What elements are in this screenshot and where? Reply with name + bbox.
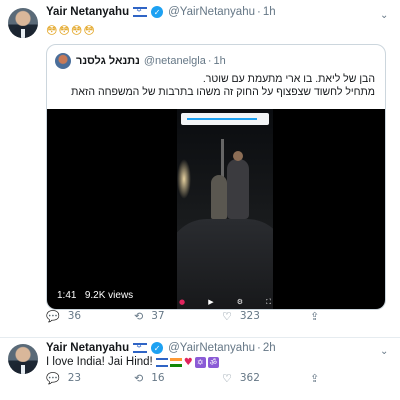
video-views: 9.2K views: [84, 290, 134, 301]
reply-count: 36: [67, 310, 82, 322]
tweet-text-row: I love India! Jai Hind! ♥ ✡ ॐ: [46, 356, 219, 368]
heart-icon: ♡: [222, 371, 232, 385]
quoted-author-handle: @netanelgla: [143, 55, 206, 67]
quoted-tweet[interactable]: נתנאל גלסנר @netanelgla · 1h הבן של ליאת…: [46, 44, 386, 310]
tweet-text: 😳😳😳😳: [46, 24, 96, 37]
quoted-text-line: מתחיל לחשוד שצפצוף על החוק זה משהו בתרבו…: [71, 86, 375, 98]
like-count: 323: [239, 310, 260, 322]
avatar: [55, 53, 71, 69]
reply-icon: 💬: [46, 371, 60, 385]
video-frame: ● ▶ ⚙ ⛶: [177, 109, 273, 309]
author-handle[interactable]: @YairNetanyahu: [168, 6, 255, 18]
video-duration: 1:41: [57, 290, 77, 301]
tweet-header: Yair Netanyahu ✓ @YairNetanyahu · 2h: [46, 342, 276, 354]
video-player[interactable]: ● ▶ ⚙ ⛶ 1:41 9.2K views: [47, 109, 385, 309]
india-flag-icon: [169, 357, 182, 367]
video-meta: 1:41 9.2K views: [57, 290, 133, 301]
author-name[interactable]: Yair Netanyahu: [46, 6, 129, 18]
tweet[interactable]: Yair Netanyahu ✓ @YairNetanyahu · 2h ⌄ I…: [0, 338, 400, 400]
timestamp[interactable]: 2h: [263, 342, 276, 354]
israel-flag-icon: [155, 357, 168, 367]
tweet-text: I love India! Jai Hind!: [46, 356, 153, 368]
author-name[interactable]: Yair Netanyahu: [46, 342, 129, 354]
israel-flag-icon: [133, 342, 148, 353]
reply-count: 23: [67, 372, 82, 384]
avatar[interactable]: [8, 8, 38, 38]
quoted-tweet-text: הבן של ליאת. בו ארי מתעמת עם שוטר. מתחיל…: [55, 73, 375, 99]
retweet-icon: ⟲: [134, 371, 144, 385]
tweet[interactable]: Yair Netanyahu ✓ @YairNetanyahu · 1h ⌄ 😳…: [0, 0, 400, 338]
heart-icon: ♡: [222, 309, 232, 323]
separator: ·: [207, 55, 212, 67]
author-handle[interactable]: @YairNetanyahu: [168, 342, 255, 354]
reply-button[interactable]: 💬 36: [46, 310, 81, 323]
retweet-button[interactable]: ⟲ 16: [134, 372, 165, 385]
quoted-author-name: נתנאל גלסנר: [76, 55, 140, 67]
timestamp[interactable]: 1h: [263, 6, 276, 18]
separator: ·: [257, 342, 261, 354]
share-button[interactable]: ⇪: [310, 372, 327, 385]
verified-badge-icon: ✓: [151, 6, 164, 18]
retweet-count: 16: [151, 372, 165, 384]
retweet-button[interactable]: ⟲ 37: [134, 310, 165, 323]
share-icon: ⇪: [310, 309, 320, 323]
avatar[interactable]: [8, 344, 38, 374]
om-icon: ॐ: [207, 356, 219, 368]
reply-button[interactable]: 💬 23: [46, 372, 81, 385]
like-button[interactable]: ♡ 362: [222, 372, 260, 385]
share-icon: ⇪: [310, 371, 320, 385]
video-progress-bar: [181, 113, 269, 125]
share-button[interactable]: ⇪: [310, 310, 327, 323]
like-count: 362: [239, 372, 260, 384]
chevron-down-icon[interactable]: ⌄: [380, 10, 390, 21]
retweet-icon: ⟲: [134, 309, 144, 323]
quoted-timestamp: 1h: [213, 55, 226, 67]
tweet-header: Yair Netanyahu ✓ @YairNetanyahu · 1h: [46, 6, 276, 18]
israel-flag-icon: [133, 6, 148, 17]
star-of-david-icon: ✡: [194, 356, 206, 368]
chevron-down-icon[interactable]: ⌄: [380, 346, 390, 357]
verified-badge-icon: ✓: [151, 342, 164, 354]
reply-icon: 💬: [46, 309, 60, 323]
heart-icon: ♥: [183, 356, 193, 368]
quoted-text-line: הבן של ליאת. בו ארי מתעמת עם שוטר.: [202, 73, 375, 85]
like-button[interactable]: ♡ 323: [222, 310, 260, 323]
separator: ·: [257, 6, 261, 18]
quoted-tweet-header: נתנאל גלסנר @netanelgla · 1h: [55, 53, 226, 69]
video-overlay-controls: ● ▶ ⚙ ⛶: [179, 297, 271, 307]
emoji-group: ♥ ✡ ॐ: [155, 356, 219, 368]
retweet-count: 37: [151, 310, 165, 322]
